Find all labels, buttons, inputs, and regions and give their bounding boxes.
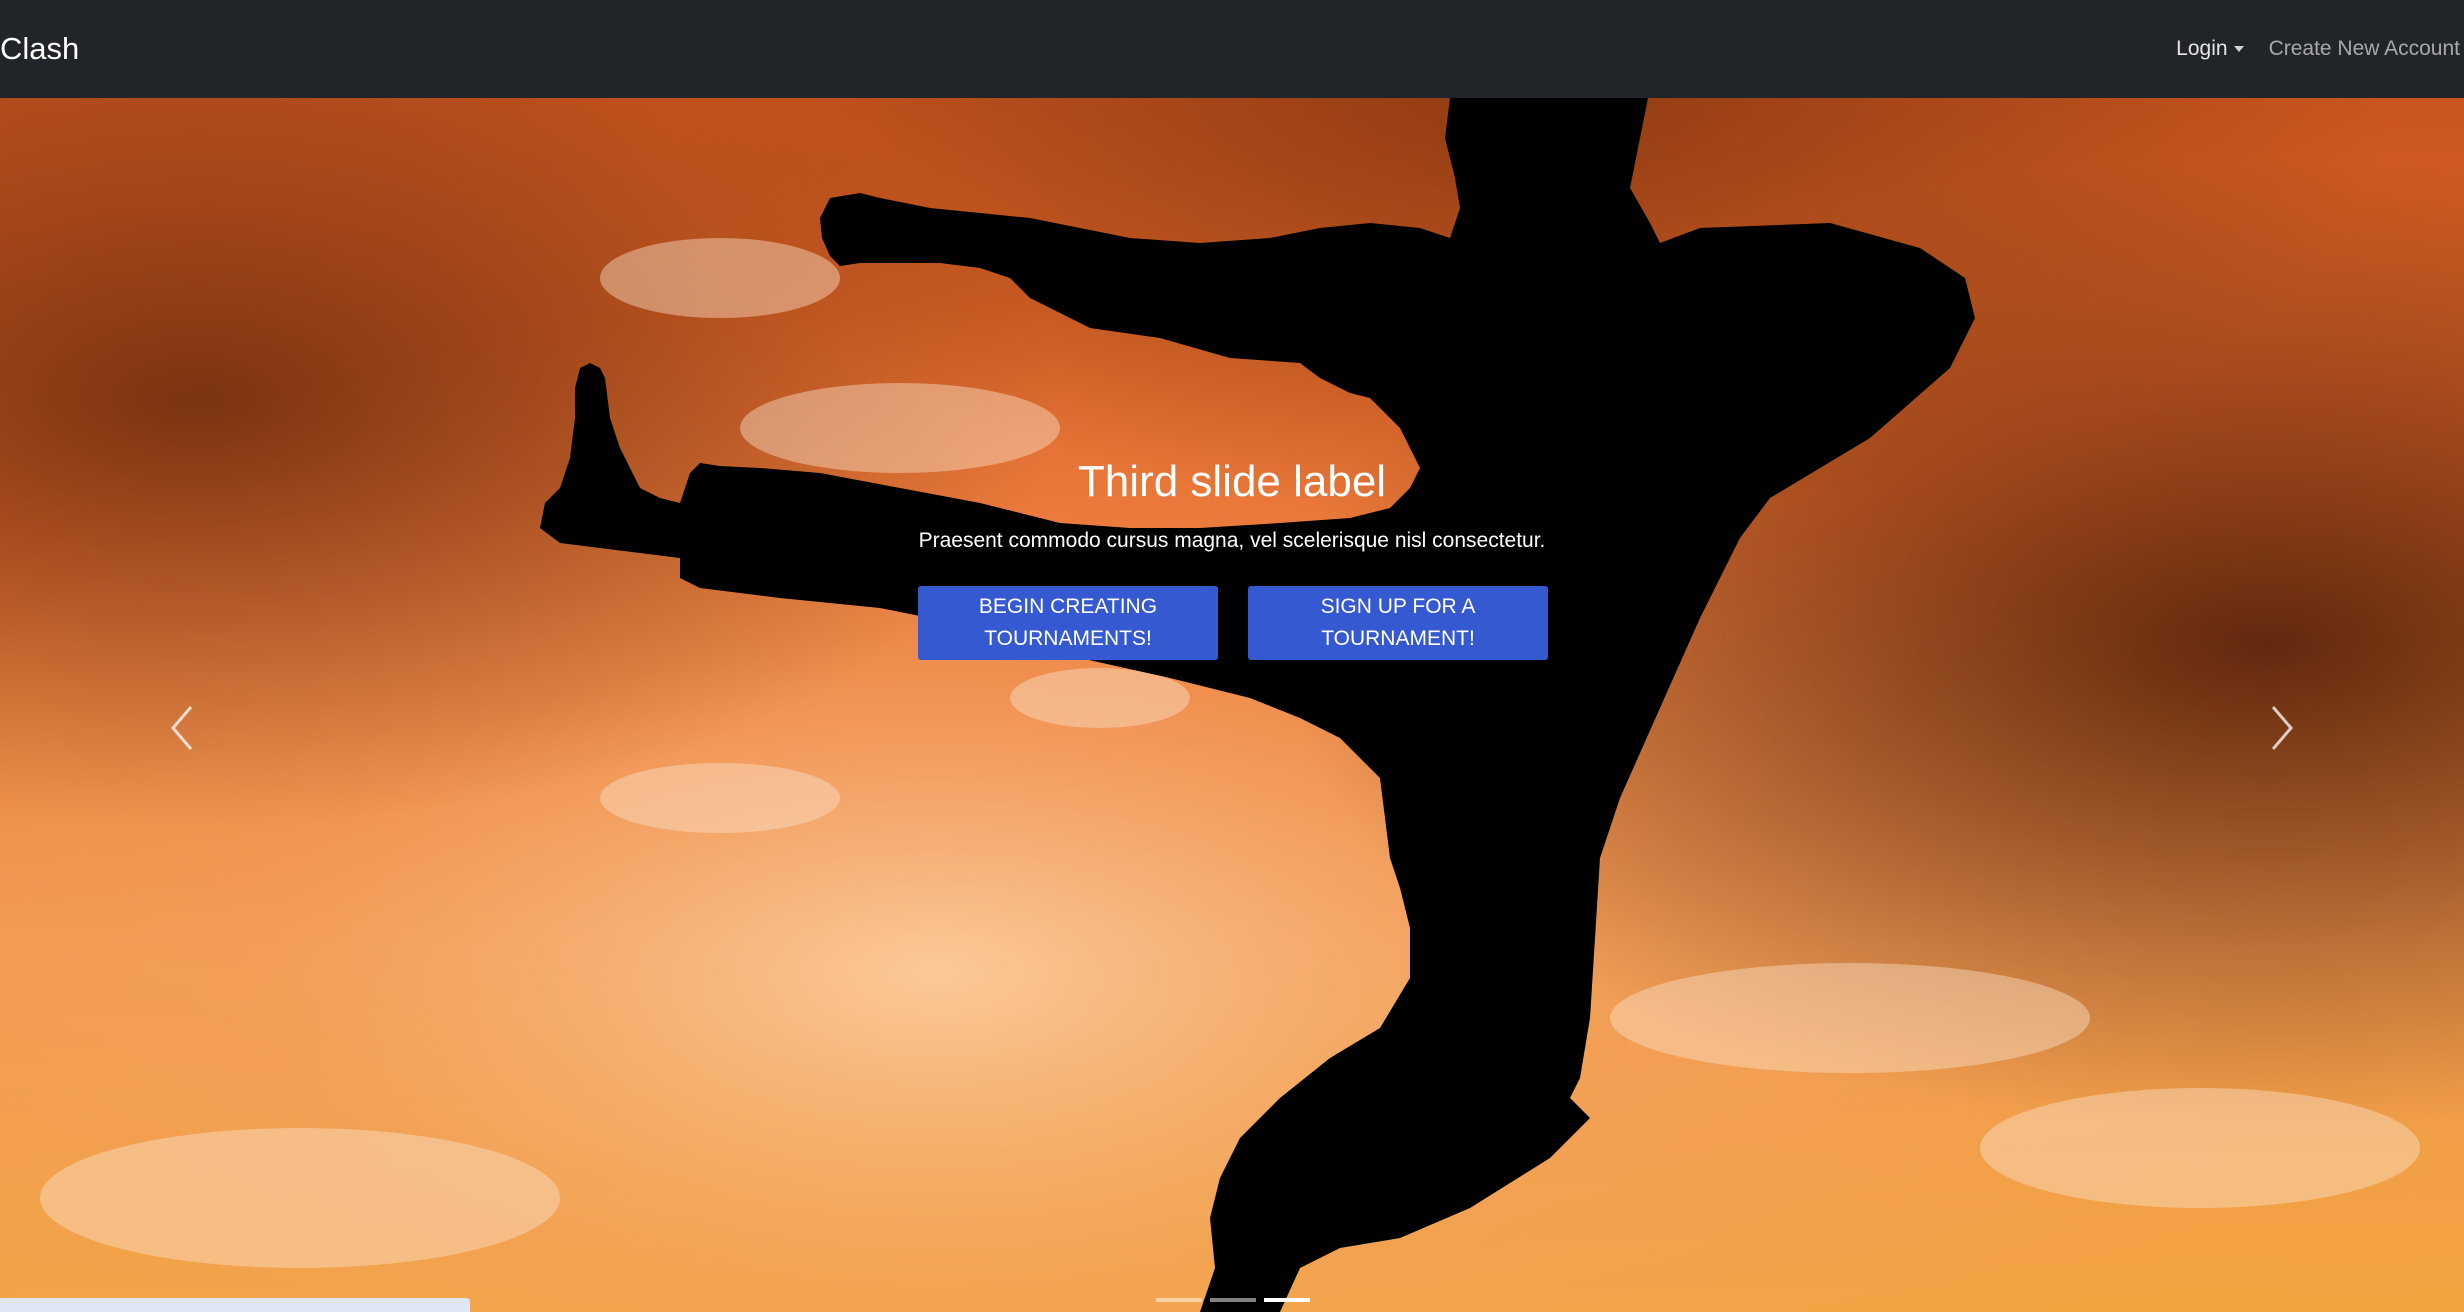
begin-creating-tournaments-button[interactable]: Begin Creating Tournaments! <box>918 586 1218 660</box>
slide-caption: Third slide label Praesent commodo cursu… <box>0 454 2464 556</box>
carousel-indicator-3-active[interactable] <box>1264 1298 1310 1302</box>
slide-title: Third slide label <box>1077 457 1387 506</box>
brand-logo-link[interactable]: Clash <box>0 28 79 70</box>
nav-right-group: Login Create New Account <box>2176 34 2460 64</box>
caret-down-icon <box>2233 46 2244 52</box>
carousel-indicator-2[interactable] <box>1210 1298 1256 1302</box>
top-navbar: Clash Login Create New Account <box>0 0 2464 98</box>
hero-carousel: Third slide label Praesent commodo cursu… <box>0 98 2464 1312</box>
carousel-next-control[interactable] <box>2252 698 2312 758</box>
slide-description: Praesent commodo cursus magna, vel scele… <box>918 529 1546 552</box>
carousel-prev-control[interactable] <box>152 698 212 758</box>
create-account-link[interactable]: Create New Account <box>2269 34 2460 64</box>
login-dropdown-toggle[interactable]: Login <box>2176 34 2244 64</box>
carousel-indicators <box>1156 1298 1310 1302</box>
slide-background-image <box>0 98 2464 1312</box>
carousel-indicator-1[interactable] <box>1156 1298 1202 1302</box>
cta-button-row: Begin Creating Tournaments! Sign Up For … <box>918 586 1548 660</box>
chevron-left-icon <box>171 706 193 750</box>
chevron-right-icon <box>2271 706 2293 750</box>
browser-status-url-bar <box>0 1298 470 1312</box>
sign-up-tournament-button[interactable]: Sign Up For A Tournament! <box>1248 586 1548 660</box>
login-label: Login <box>2176 37 2228 60</box>
